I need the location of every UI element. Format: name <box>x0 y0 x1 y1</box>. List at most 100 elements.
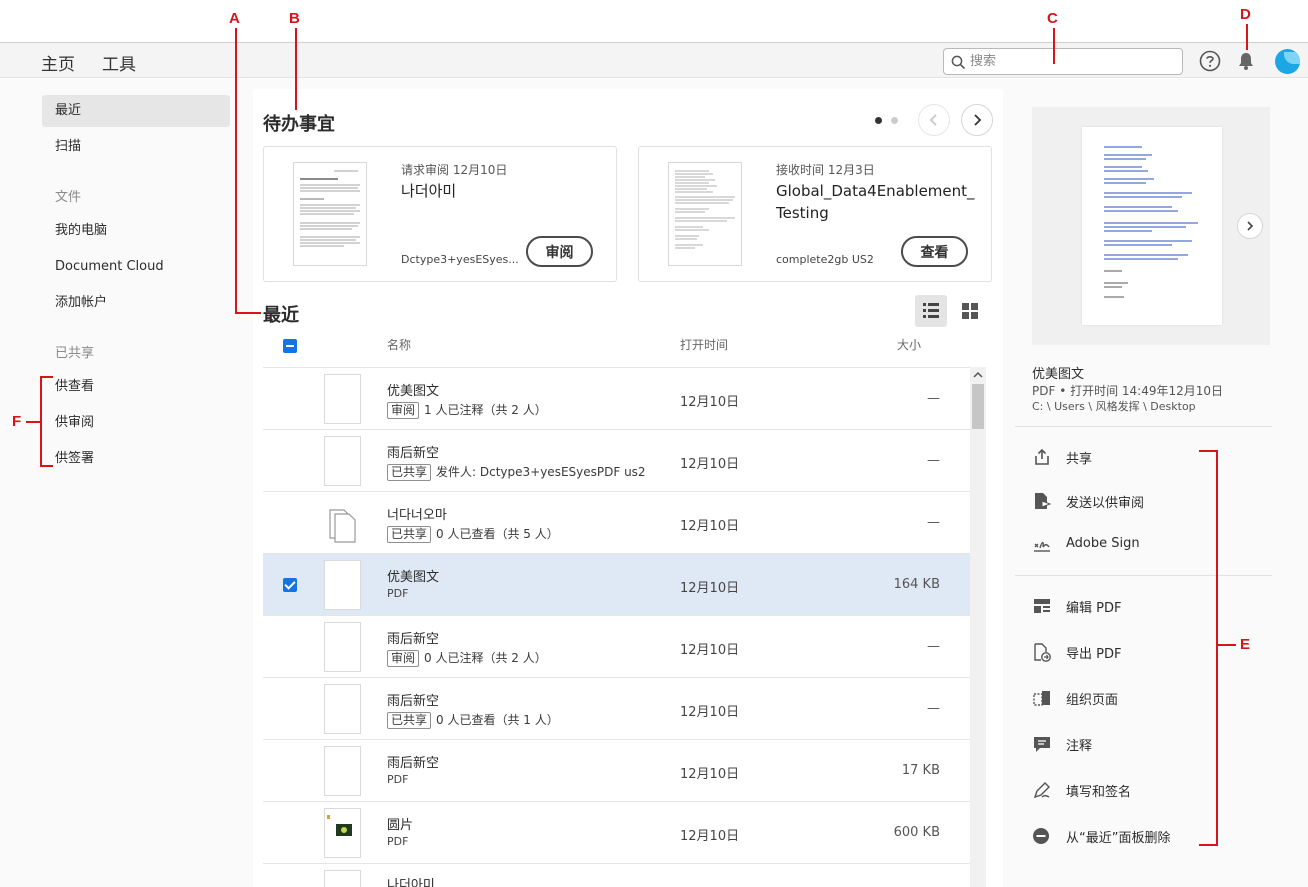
list-view-button[interactable] <box>915 295 947 327</box>
action-label: 共享 <box>1066 452 1093 467</box>
sidebar-item-scan[interactable]: 扫描 <box>42 131 230 163</box>
divider <box>1015 575 1272 576</box>
scrollbar-thumb[interactable] <box>972 384 984 429</box>
sidebar-item-add-account[interactable]: 添加帐户 <box>42 287 230 319</box>
row-status: 已共享 发件人: Dctype3+yesESyesPDF us2 <box>387 463 646 481</box>
sidebar-item-document-cloud[interactable]: Document Cloud <box>42 251 230 283</box>
bell-icon[interactable] <box>1236 51 1256 71</box>
sidebar-item-my-computer[interactable]: 我的电脑 <box>42 215 230 247</box>
table-row[interactable]: 雨后新空 PDF 12月10日 17 KB <box>263 739 970 801</box>
row-size: — <box>927 453 940 468</box>
fill-sign-icon <box>1033 782 1050 799</box>
annotation-bracket-f <box>26 421 40 423</box>
avatar[interactable] <box>1275 49 1300 74</box>
row-detail: 发件人: Dctype3+yesESyesPDF us2 <box>436 465 646 479</box>
sidebar-item-for-viewing[interactable]: 供查看 <box>42 371 230 403</box>
search-input[interactable] <box>970 52 1175 71</box>
annotation-line-d <box>1246 24 1248 50</box>
row-size: — <box>927 701 940 716</box>
todo-card[interactable]: 请求审阅 12月10日 나더아미 Dctype3+yesESyes... 审阅 <box>263 146 617 282</box>
table-row[interactable]: 雨后新空 审阅 0 人已注释（共 2 人） 12月10日 — <box>263 615 970 677</box>
edit-pdf-action[interactable]: 编辑 PDF <box>1032 593 1272 619</box>
preview-page <box>1082 127 1222 325</box>
sidebar-item-recent[interactable]: 最近 <box>42 95 230 127</box>
table-row[interactable]: 雨后新空 已共享 0 人已查看（共 1 人） 12月10日 — <box>263 677 970 739</box>
chevron-up-icon[interactable] <box>973 371 983 379</box>
annotation-line-a <box>235 312 261 314</box>
carousel-next-button[interactable] <box>961 104 993 136</box>
table-row[interactable]: 나더아미 <box>263 863 970 887</box>
annotation-line-c <box>1053 28 1055 64</box>
table-row[interactable]: 雨后新空 已共享 发件人: Dctype3+yesESyesPDF us2 12月… <box>263 429 970 491</box>
card-file-name: Global_Data4Enablement_Testing <box>776 182 975 222</box>
table-row[interactable]: 圆片 PDF 12月10日 600 KB <box>263 801 970 863</box>
table-row[interactable]: 너다너오마 已共享 0 人已查看（共 5 人） 12月10日 — <box>263 491 970 553</box>
column-header-size[interactable]: 大小 <box>897 336 921 353</box>
help-icon[interactable] <box>1199 50 1221 72</box>
annotation-line-b <box>295 28 297 110</box>
review-button[interactable]: 审阅 <box>526 236 593 267</box>
adobe-sign-action[interactable]: Adobe Sign <box>1032 532 1272 558</box>
search-icon <box>951 55 966 70</box>
carousel-dot[interactable] <box>891 117 898 124</box>
document-thumbnail <box>324 374 361 424</box>
row-detail: 0 人已注释（共 2 人） <box>424 651 547 665</box>
row-opened-time: 12月10日 <box>680 395 740 410</box>
sign-icon <box>1034 541 1050 552</box>
view-button[interactable]: 查看 <box>901 236 968 267</box>
send-for-review-action[interactable]: 发送以供审阅 <box>1032 488 1272 514</box>
todo-card[interactable]: 接收时间 12月3日 Global_Data4Enablement_Testin… <box>638 146 992 282</box>
chevron-right-icon <box>974 114 982 126</box>
image-thumbnail <box>324 808 361 858</box>
row-status: 已共享 0 人已查看（共 1 人） <box>387 711 559 729</box>
carousel-dot-active[interactable] <box>875 117 882 124</box>
organize-pages-action[interactable]: 组织页面 <box>1032 685 1272 711</box>
row-status: 审阅 1 人已注释（共 2 人） <box>387 401 547 419</box>
tab-home[interactable]: 主页 <box>41 50 75 83</box>
card-file-name: 나더아미 <box>401 182 457 200</box>
comment-action[interactable]: 注释 <box>1032 731 1272 757</box>
card-meta: 接收时间 12月3日 <box>776 163 875 177</box>
document-thumbnail <box>668 162 742 266</box>
tab-tools[interactable]: 工具 <box>102 50 136 75</box>
share-action[interactable]: 共享 <box>1032 444 1272 470</box>
sidebar-item-for-review[interactable]: 供审阅 <box>42 407 230 439</box>
table-row[interactable]: 优美图文 审阅 1 人已注释（共 2 人） 12月10日 — <box>263 367 970 429</box>
row-size: 600 KB <box>893 825 940 840</box>
scrollbar[interactable] <box>970 367 986 887</box>
row-file-name: 圆片 <box>387 818 414 833</box>
row-file-name: 雨后新空 <box>387 632 440 647</box>
annotation-bracket-e <box>1199 844 1218 846</box>
fill-and-sign-action[interactable]: 填写和签名 <box>1032 777 1272 803</box>
details-file-path: C: \ Users \ 风格发挥 \ Desktop <box>1032 400 1196 413</box>
grid-view-button[interactable] <box>954 295 986 327</box>
table-row[interactable]: 优美图文 PDF 12月10日 164 KB <box>263 553 970 615</box>
column-header-name[interactable]: 名称 <box>387 336 411 353</box>
export-pdf-action[interactable]: 导出 PDF <box>1032 639 1272 665</box>
column-header-opened[interactable]: 打开时间 <box>680 336 728 353</box>
sidebar-heading-files: 文件 <box>55 190 82 205</box>
annotation-bracket-e <box>1218 644 1236 646</box>
annotation-bracket-f <box>40 376 42 467</box>
row-file-name: 优美图文 <box>387 384 440 399</box>
carousel-prev-button[interactable] <box>918 104 950 136</box>
row-file-name: 너다너오마 <box>387 508 447 523</box>
row-detail: 1 人已注释（共 2 人） <box>424 403 547 417</box>
action-label: 填写和签名 <box>1066 785 1132 800</box>
annotation-label-b: B <box>289 10 300 27</box>
row-file-name: 나더아미 <box>387 878 435 887</box>
divider <box>1015 426 1272 427</box>
select-all-checkbox[interactable] <box>283 339 297 353</box>
row-checkbox[interactable] <box>283 578 297 592</box>
action-label: 导出 PDF <box>1066 647 1122 662</box>
search-box[interactable] <box>943 48 1183 75</box>
remove-from-recent-action[interactable]: 从“最近”面板删除 <box>1032 823 1272 849</box>
preview-next-button[interactable] <box>1237 213 1263 239</box>
document-thumbnail <box>324 560 361 610</box>
annotation-bracket-f <box>40 465 53 467</box>
row-file-name: 雨后新空 <box>387 756 440 771</box>
remove-icon <box>1033 828 1049 844</box>
row-detail: 0 人已查看（共 1 人） <box>436 713 559 727</box>
annotation-label-c: C <box>1047 10 1058 27</box>
sidebar-item-for-signing[interactable]: 供签署 <box>42 443 230 475</box>
